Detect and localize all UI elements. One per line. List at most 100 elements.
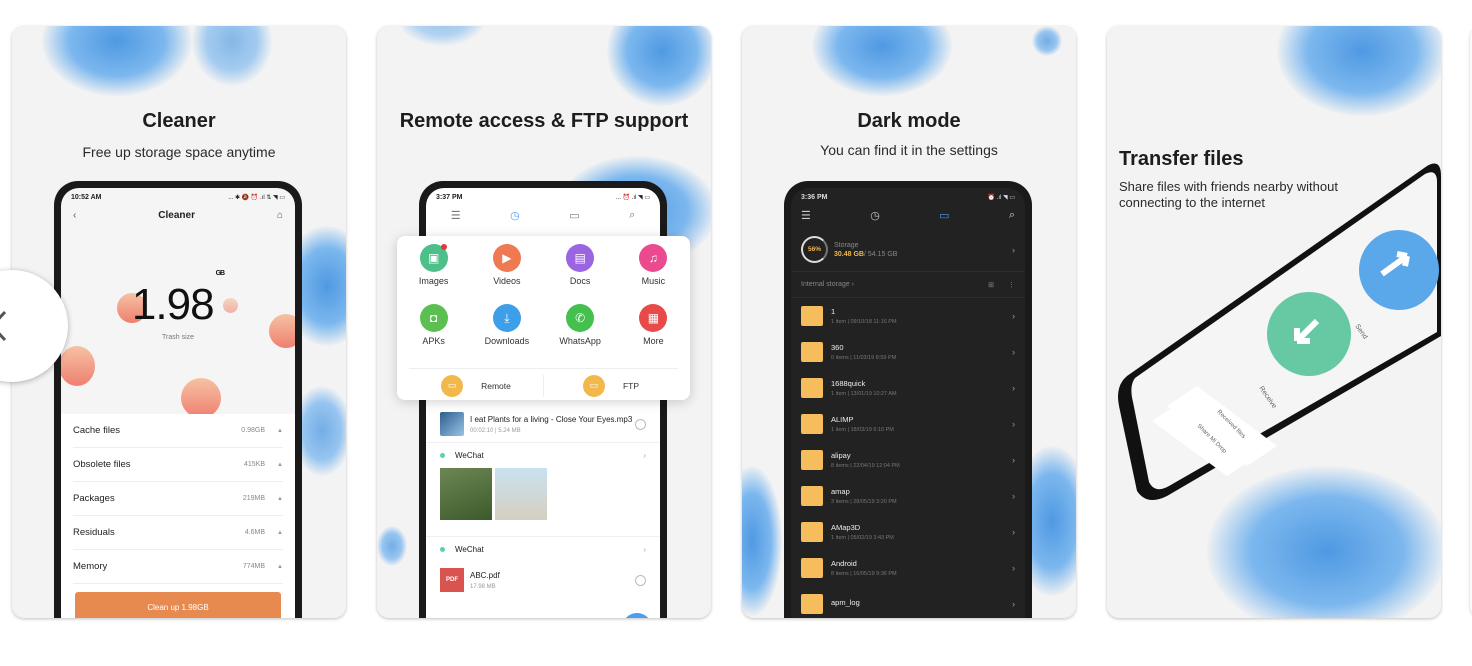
card-title: Cleaner: [142, 110, 216, 132]
category-whatsapp[interactable]: ✆ WhatsApp: [544, 304, 617, 364]
folder-meta: 1 item | 09/10/18 11:16 PM: [831, 319, 897, 325]
music-icon: ♫: [639, 244, 668, 272]
list-item[interactable]: PDF ABC.pdf 17.98 MB: [426, 562, 660, 598]
breadcrumb[interactable]: Internal storage ›: [801, 281, 988, 288]
recent-clock-icon[interactable]: ◷: [870, 209, 880, 222]
apks-icon: ◘: [419, 304, 448, 332]
file-meta: 00:02:10 | 5.24 MB: [470, 427, 521, 434]
category-label: More: [643, 336, 664, 346]
card-subtitle: You can find it in the settings: [820, 142, 998, 158]
folder-icon[interactable]: ▭: [569, 209, 579, 222]
chevron-right-icon: ›: [1012, 599, 1015, 609]
folder-icon: [801, 342, 823, 362]
status-icons: ... ✱ 🔕 ⏰ .ıl ⇅ ◥ ▭: [228, 194, 285, 201]
category-more[interactable]: ▦ More: [617, 304, 690, 364]
folder-row[interactable]: 1 1 item | 09/10/18 11:16 PM ›: [791, 298, 1025, 334]
phone-mockup: 10:52 AM... ✱ 🔕 ⏰ .ıl ⇅ ◥ ▭ ‹ Cleaner ⌂ …: [54, 181, 302, 618]
category-downloads[interactable]: ⤓ Downloads: [470, 304, 543, 364]
section-header[interactable]: WeChat ›: [426, 442, 660, 468]
folder-meta: 1 item | 05/02/19 3:43 PM: [831, 535, 894, 541]
screenshot-card-remote-access[interactable]: Remote access & FTP support 3:37 PM ... ⏰…: [377, 26, 711, 618]
trash-size-label: Trash size: [161, 334, 195, 341]
folder-row[interactable]: ALIMP 1 item | 18/03/19 6:10 PM ›: [791, 406, 1025, 442]
category-label: Images: [418, 276, 449, 286]
status-icons: ... ⏰ .ıl ◥ ▭: [615, 194, 650, 201]
chevron-right-icon: ›: [1012, 491, 1015, 501]
folder-icon: [801, 594, 823, 614]
caret-up-icon: ▲: [277, 529, 283, 536]
category-popup: ▣ Images ▶ Videos ▤ Docs ♫ Music ◘ APKs ⤓ Downloads…: [397, 236, 690, 400]
folder-icon: [801, 306, 823, 326]
file-name: I eat Plants for a living - Close Your E…: [470, 414, 633, 424]
clean-up-button[interactable]: Clean up 1.98GB: [75, 592, 281, 618]
category-label: WhatsApp: [559, 336, 601, 346]
folder-name: 1: [831, 307, 836, 316]
caret-up-icon: ▲: [277, 563, 283, 570]
phone-mockup: 3:36 PM ⏰ .ıl ◥ ▭ ☰ ◷ ▭ ⌕ 56% Storage 30.4…: [784, 181, 1032, 618]
select-radio[interactable]: [635, 418, 646, 430]
images-icon: ▣: [419, 244, 448, 272]
folder-row[interactable]: apm_log ›: [791, 586, 1025, 618]
caret-up-icon: ▲: [277, 461, 283, 468]
chevron-right-icon: ›: [1012, 244, 1015, 255]
category-videos[interactable]: ▶ Videos: [470, 244, 543, 304]
screenshot-card-transfer-files[interactable]: Transfer files Share files with friends …: [1107, 26, 1441, 618]
folder-icon[interactable]: ▭: [939, 209, 949, 222]
folder-row[interactable]: 1688quick 1 item | 13/01/19 10:27 AM ›: [791, 370, 1025, 406]
search-icon[interactable]: ⌕: [629, 209, 635, 222]
folder-meta: 0 items | 11/03/19 8:59 PM: [831, 355, 897, 361]
caret-up-icon: ▲: [277, 495, 283, 502]
storage-summary[interactable]: 56% Storage 30.48 GB/ 54.15 GB ›: [791, 228, 1025, 272]
ftp-button[interactable]: ▭ FTP: [544, 374, 678, 397]
folder-row[interactable]: alipay 8 items | 22/04/19 12:04 PM ›: [791, 442, 1025, 478]
select-radio[interactable]: [635, 574, 646, 586]
card-title: Dark mode: [857, 110, 961, 132]
chevron-right-icon: ›: [1012, 347, 1015, 357]
category-label: APKs: [422, 336, 445, 346]
chevron-right-icon: ›: [643, 545, 646, 554]
list-item[interactable]: I eat Plants for a living - Close Your E…: [426, 406, 660, 442]
file-name: ABC.pdf: [470, 570, 500, 580]
photo-thumbnail[interactable]: [440, 468, 492, 520]
screenshot-card-dark-mode[interactable]: Dark mode You can find it in the setting…: [742, 26, 1076, 618]
folder-row[interactable]: amap 3 items | 28/05/19 3:20 PM ›: [791, 478, 1025, 514]
list-item[interactable]: Memory 774MB ▲: [73, 550, 283, 584]
folder-name: alipay: [831, 451, 851, 460]
folder-icon: [801, 378, 823, 398]
search-icon[interactable]: ⌕: [1009, 209, 1015, 222]
pdf-icon: PDF: [440, 568, 464, 592]
menu-icon[interactable]: ☰: [451, 209, 461, 222]
list-item[interactable]: Cache files 0.98GB ▲: [73, 414, 283, 448]
list-item[interactable]: Residuals 4.6MB ▲: [73, 516, 283, 550]
category-label: Videos: [493, 276, 521, 286]
remote-button[interactable]: ▭ Remote: [409, 374, 543, 397]
status-time: 3:36 PM: [801, 193, 828, 201]
folder-row[interactable]: AMap3D 1 item | 05/02/19 3:43 PM ›: [791, 514, 1025, 550]
more-vert-icon[interactable]: ⋮: [1008, 281, 1015, 289]
chevron-right-icon: ›: [1012, 311, 1015, 321]
folder-icon: [801, 450, 823, 470]
file-meta: 17.98 MB: [470, 583, 496, 590]
category-apks[interactable]: ◘ APKs: [397, 304, 470, 364]
folder-icon: [801, 522, 823, 542]
folder-meta: 3 items | 28/05/19 3:20 PM: [831, 499, 897, 505]
menu-icon[interactable]: ☰: [801, 209, 811, 222]
recent-clock-icon[interactable]: ◷: [510, 209, 520, 222]
folder-row[interactable]: 360 0 items | 11/03/19 8:59 PM ›: [791, 334, 1025, 370]
chevron-right-icon: ›: [1012, 419, 1015, 429]
broom-icon[interactable]: ⌂: [277, 210, 283, 221]
category-docs[interactable]: ▤ Docs: [544, 244, 617, 304]
grid-view-icon[interactable]: ⊞: [988, 281, 994, 289]
photo-thumbnail[interactable]: [495, 468, 547, 520]
videos-icon: ▶: [492, 244, 521, 272]
list-item[interactable]: Packages 219MB ▲: [73, 482, 283, 516]
folder-row[interactable]: Android 8 items | 16/05/19 9:36 PM ›: [791, 550, 1025, 586]
section-header[interactable]: WeChat ›: [426, 536, 660, 562]
category-images[interactable]: ▣ Images: [397, 244, 470, 304]
chevron-right-icon: ›: [643, 451, 646, 460]
fab-button[interactable]: [622, 613, 652, 618]
folder-name: Android: [831, 559, 857, 568]
list-item[interactable]: Obsolete files 415KB ▲: [73, 448, 283, 482]
category-music[interactable]: ♫ Music: [617, 244, 690, 304]
back-icon[interactable]: ‹: [73, 210, 76, 221]
